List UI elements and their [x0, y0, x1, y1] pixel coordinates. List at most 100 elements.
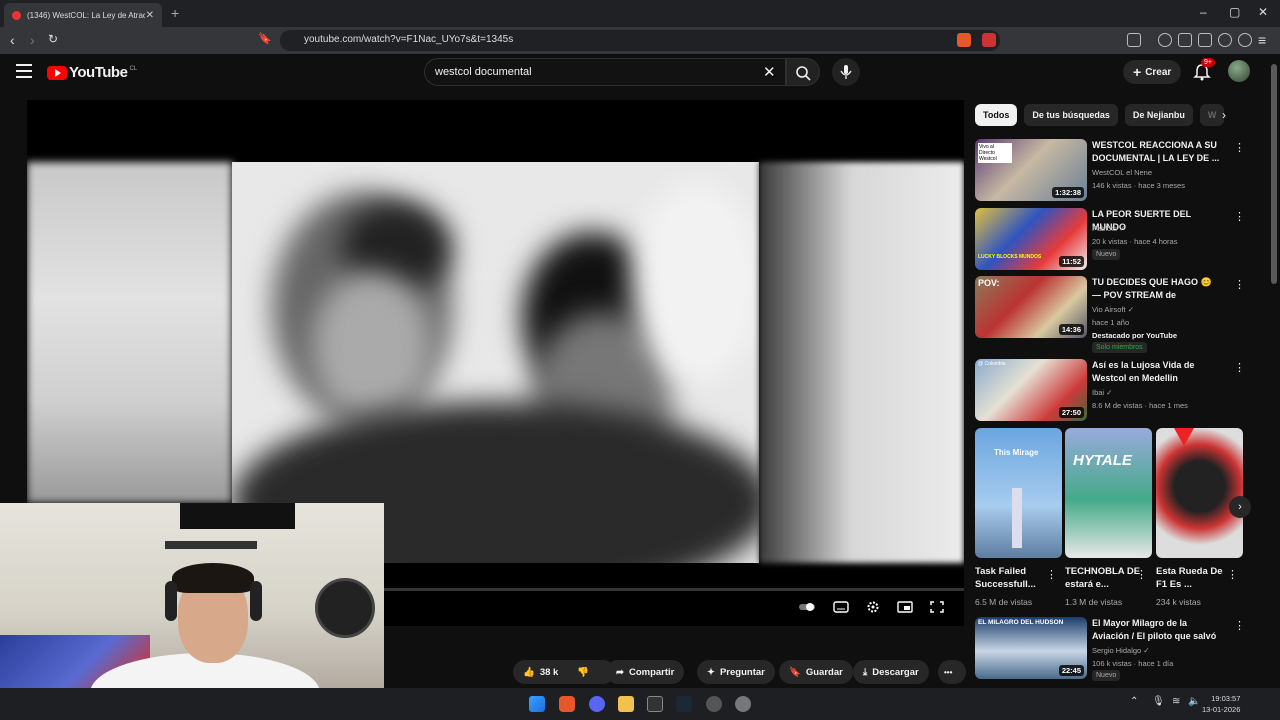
settings-app-icon[interactable]	[706, 696, 722, 712]
discord-icon[interactable]	[589, 696, 605, 712]
system-clock[interactable]: 19:03:57 13-01-2026	[1202, 693, 1240, 715]
channel-name[interactable]: Vio Airsoft ✓	[1092, 305, 1134, 314]
search-button[interactable]	[786, 58, 820, 86]
recommendation-item[interactable]: EL MILAGRO DEL HUDSON 22:45 El Mayor Mil…	[975, 617, 1265, 681]
clock-time: 19:03:57	[1211, 694, 1241, 703]
app-icon[interactable]	[735, 696, 751, 712]
like-count[interactable]: 38 k	[540, 667, 559, 678]
shelf	[165, 541, 257, 549]
page-scrollbar[interactable]	[1271, 64, 1277, 284]
short-thumbnail[interactable]	[1156, 428, 1243, 558]
more-options-icon[interactable]: ⋮	[1234, 361, 1245, 374]
account-avatar[interactable]	[1228, 60, 1250, 82]
thumbnail-text: @ Colombia	[978, 361, 1006, 367]
new-tab-button[interactable]: +	[171, 5, 179, 21]
miniplayer-icon[interactable]	[897, 600, 913, 614]
more-options-icon[interactable]: ⋮	[1227, 568, 1238, 581]
search-input[interactable]: westcol documental	[424, 58, 786, 86]
minimize-button[interactable]: –	[1200, 5, 1207, 19]
recommendation-item[interactable]: @ Colombia 27:50 Así es la Lujosa Vida d…	[975, 359, 1265, 421]
more-options-icon[interactable]: ⋮	[1046, 568, 1057, 581]
short-title[interactable]: Esta Rueda De F1 Es ...	[1156, 566, 1236, 591]
fullscreen-icon[interactable]	[929, 600, 945, 614]
sidebar-icon[interactable]	[1178, 33, 1192, 47]
create-button[interactable]: + Crear	[1123, 60, 1182, 84]
ask-button[interactable]: ✦ Preguntar	[697, 660, 775, 684]
steam-icon[interactable]	[676, 696, 692, 712]
forward-icon[interactable]: ›	[30, 32, 35, 48]
short-title[interactable]: TECHNOBLA DE estará e...	[1065, 566, 1145, 591]
microphone-tray-icon[interactable]: 🎙	[1152, 696, 1165, 707]
notification-badge: 9+	[1201, 58, 1215, 67]
leo-ai-icon[interactable]	[1218, 33, 1232, 47]
settings-gear-icon[interactable]	[865, 600, 881, 614]
video-thumbnail[interactable]: EL MILAGRO DEL HUDSON 22:45	[975, 617, 1087, 679]
close-window-button[interactable]: ✕	[1258, 5, 1268, 19]
reload-icon[interactable]: ↻	[48, 32, 58, 46]
person-hair	[172, 563, 254, 593]
youtube-logo[interactable]: YouTube CL	[47, 64, 137, 81]
video-title[interactable]: El Mayor Milagro de la Aviación / El pil…	[1092, 617, 1222, 642]
video-title[interactable]: WESTCOL REACCIONA A SU DOCUMENTAL | LA L…	[1092, 139, 1222, 164]
chevron-right-icon[interactable]: ›	[1222, 108, 1226, 122]
volume-icon[interactable]: 🔈	[1188, 696, 1200, 707]
bookmark-icon[interactable]: 🔖	[258, 32, 272, 45]
wallet-icon[interactable]	[1198, 33, 1212, 47]
more-options-icon[interactable]: ⋮	[1234, 141, 1245, 154]
more-options-icon[interactable]: ⋮	[1234, 210, 1245, 223]
channel-name[interactable]: Pablots ✓	[1092, 224, 1125, 233]
thumbs-up-icon[interactable]: 👍	[523, 667, 535, 678]
browser-tab[interactable]: (1346) WestCOL: La Ley de Atraco ✕	[4, 3, 162, 27]
back-icon[interactable]: ‹	[10, 32, 15, 48]
video-thumbnail[interactable]: Vivo al Directo Westcol 1:32:38	[975, 139, 1087, 201]
save-label: Guardar	[805, 666, 843, 678]
save-button[interactable]: 🔖 Guardar	[779, 660, 853, 684]
close-tab-icon[interactable]: ✕	[146, 10, 154, 21]
channel-name[interactable]: Ibai ✓	[1092, 388, 1112, 397]
menu-icon[interactable]: ≡	[1258, 32, 1266, 48]
wifi-icon[interactable]: ≋	[1172, 696, 1180, 707]
channel-name[interactable]: Sergio Hidalgo ✓	[1092, 646, 1150, 655]
tray-chevron-icon[interactable]: ⌃	[1130, 696, 1138, 707]
brave-shield-icon[interactable]	[957, 33, 971, 47]
video-thumbnail[interactable]: POV: 14:36	[975, 276, 1087, 338]
maximize-button[interactable]: ▢	[1229, 5, 1240, 19]
video-thumbnail[interactable]: LUCKY BLOCKS MUNDOS 11:52	[975, 208, 1087, 270]
vpn-icon[interactable]	[1238, 33, 1252, 47]
more-actions-button[interactable]: •••	[938, 660, 966, 684]
brave-browser-icon[interactable]	[559, 696, 575, 712]
short-title[interactable]: Task Failed Successfull...	[975, 566, 1055, 591]
download-button[interactable]: ⤓ Descargar	[853, 660, 929, 684]
recommendation-item[interactable]: LUCKY BLOCKS MUNDOS 11:52 LA PEOR SUERTE…	[975, 208, 1265, 270]
media-icon[interactable]	[1158, 33, 1172, 47]
more-options-icon[interactable]: ⋮	[1234, 619, 1245, 632]
chip-more[interactable]: W	[1199, 104, 1225, 126]
file-explorer-icon[interactable]	[618, 696, 634, 712]
recommendation-item[interactable]: POV: 14:36 TU DECIDES QUE HAGO 😊 — POV S…	[975, 276, 1265, 356]
reading-list-icon[interactable]	[1127, 33, 1141, 47]
chip-searches[interactable]: De tus búsquedas	[1024, 104, 1118, 126]
subtitles-icon[interactable]	[833, 600, 849, 614]
short-thumbnail[interactable]: This Mirage	[975, 428, 1062, 558]
chip-todos[interactable]: Todos	[975, 104, 1018, 126]
shorts-next-chevron-icon[interactable]: ›	[1229, 496, 1251, 518]
address-bar[interactable]: youtube.com/watch?v=F1Nac_UYo7s&t=1345s	[280, 30, 1000, 51]
video-thumbnail[interactable]: @ Colombia 27:50	[975, 359, 1087, 421]
clear-search-icon[interactable]: ✕	[763, 63, 776, 81]
video-title[interactable]: TU DECIDES QUE HAGO 😊 — POV STREAM de AI…	[1092, 276, 1222, 301]
short-thumbnail[interactable]: HYTALE	[1065, 428, 1152, 558]
windows-start-icon[interactable]	[529, 696, 545, 712]
thumbs-down-icon[interactable]: 👎	[577, 667, 589, 678]
more-options-icon[interactable]: ⋮	[1136, 568, 1147, 581]
hamburger-menu-icon[interactable]	[16, 64, 32, 78]
chip-channel[interactable]: De Nejianbu	[1124, 104, 1193, 126]
extension-icon[interactable]	[982, 33, 996, 47]
recommendation-item[interactable]: Vivo al Directo Westcol 1:32:38 WESTCOL …	[975, 139, 1265, 201]
autoplay-toggle-icon[interactable]	[799, 600, 815, 614]
video-title[interactable]: Así es la Lujosa Vida de Westcol en Mede…	[1092, 359, 1222, 384]
obs-icon[interactable]	[647, 696, 663, 712]
voice-search-button[interactable]	[832, 58, 860, 86]
channel-name[interactable]: WestCOL el Nene	[1092, 168, 1152, 177]
more-options-icon[interactable]: ⋮	[1234, 278, 1245, 291]
share-button[interactable]: ➦ Compartir	[606, 660, 685, 684]
